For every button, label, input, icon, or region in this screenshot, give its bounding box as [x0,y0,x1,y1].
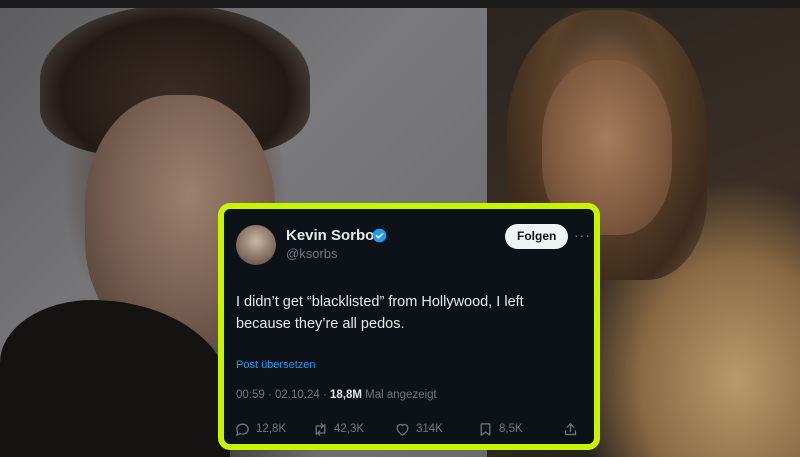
views-label: Mal angezeigt [361,389,437,401]
tweet-text: I didn’t get “blacklisted” from Hollywoo… [236,291,581,335]
reply-icon [236,423,249,436]
tweet-text-line-2: because they’re all pedos. [236,316,405,332]
share-icon [564,422,577,435]
repost-icon [315,422,326,436]
like-button[interactable]: 314K [394,419,443,439]
reply-button[interactable]: 12,8K [234,419,286,439]
reply-count: 12,8K [256,423,287,435]
repost-button[interactable]: 42,3K [312,419,364,439]
timestamp[interactable]: 00:59 · 02.10.24 · [236,389,330,401]
action-bar: 12,8K 42,3K 314K 8,5K [234,419,584,439]
tweet-meta: 00:59 · 02.10.24 · 18,8M Mal angezeigt [236,389,437,401]
bookmark-count: 8,5K [499,423,523,435]
tweet-card: Kevin Sorbo @ksorbs Folgen ··· I didn’t … [218,203,600,450]
views-count: 18,8M [329,389,362,401]
share-button[interactable] [562,419,579,439]
like-icon [396,423,409,436]
tweet-text-line-1: I didn’t get “blacklisted” from Hollywoo… [236,294,524,310]
bookmark-button[interactable]: 8,5K [477,419,523,439]
avatar[interactable] [236,225,276,265]
like-count: 314K [416,423,443,435]
more-icon[interactable]: ··· [574,227,591,243]
verified-badge-icon [372,228,387,243]
author-name[interactable]: Kevin Sorbo [286,227,374,244]
repost-count: 42,3K [334,423,365,435]
author-handle[interactable]: @ksorbs [286,246,338,261]
bookmark-icon [480,422,491,436]
follow-button[interactable]: Folgen [505,224,569,249]
translate-link[interactable]: Post übersetzen [236,359,316,371]
top-border [0,0,800,8]
